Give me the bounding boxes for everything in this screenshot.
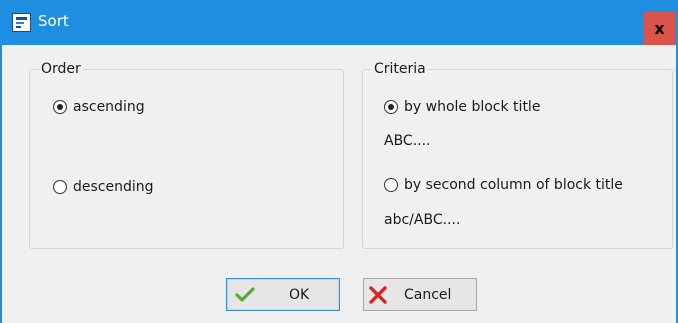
close-button[interactable]: x <box>643 12 676 45</box>
checkmark-icon <box>235 287 255 302</box>
cross-icon <box>369 286 387 304</box>
ok-button[interactable]: OK <box>226 278 340 311</box>
radio-second-column-indicator[interactable] <box>384 178 398 192</box>
title-bar[interactable]: Sort x <box>2 0 676 45</box>
sort-app-icon <box>12 13 31 32</box>
radio-whole-block-title[interactable]: by whole block title <box>384 99 540 115</box>
radio-descending-indicator[interactable] <box>53 180 67 194</box>
radio-ascending[interactable]: ascending <box>53 99 145 115</box>
radio-descending-label: descending <box>73 179 154 195</box>
whole-block-title-example: ABC.... <box>384 133 431 149</box>
dialog-content: Order ascending descending Criteria by w… <box>2 45 676 323</box>
radio-whole-block-title-indicator[interactable] <box>384 100 398 114</box>
radio-whole-block-title-label: by whole block title <box>404 99 541 115</box>
criteria-group-legend: Criteria <box>372 61 428 77</box>
radio-descending[interactable]: descending <box>53 179 154 195</box>
radio-ascending-indicator[interactable] <box>53 100 67 114</box>
close-icon: x <box>654 19 665 38</box>
sort-dialog: Sort x Order ascending descending Criter… <box>0 0 678 323</box>
radio-ascending-label: ascending <box>73 99 145 115</box>
order-group: Order <box>29 61 344 249</box>
cancel-button-label: Cancel <box>404 286 452 303</box>
window-title: Sort <box>38 12 69 30</box>
radio-second-column-label: by second column of block title <box>404 177 623 193</box>
radio-second-column[interactable]: by second column of block title <box>384 177 623 193</box>
ok-button-label: OK <box>289 286 310 303</box>
cancel-button[interactable]: Cancel <box>363 278 477 311</box>
order-group-legend: Order <box>39 61 83 77</box>
second-column-example: abc/ABC.... <box>384 212 461 228</box>
